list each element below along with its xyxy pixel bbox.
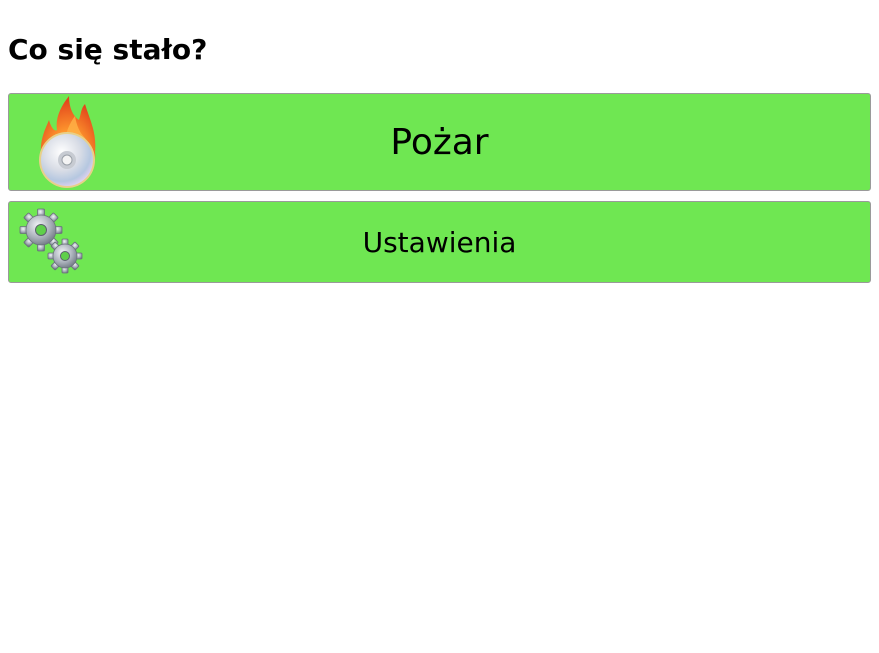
settings-button-label: Ustawienia: [362, 225, 517, 259]
page-title: Co się stało?: [8, 33, 208, 66]
page: Co się stało? Pożar Ustawienia: [0, 0, 879, 653]
fire-button[interactable]: Pożar: [8, 93, 871, 191]
burning-disc-icon: [39, 96, 96, 188]
fire-button-label: Pożar: [390, 121, 489, 163]
gears-icon: [19, 208, 83, 274]
settings-button[interactable]: Ustawienia: [8, 201, 871, 283]
